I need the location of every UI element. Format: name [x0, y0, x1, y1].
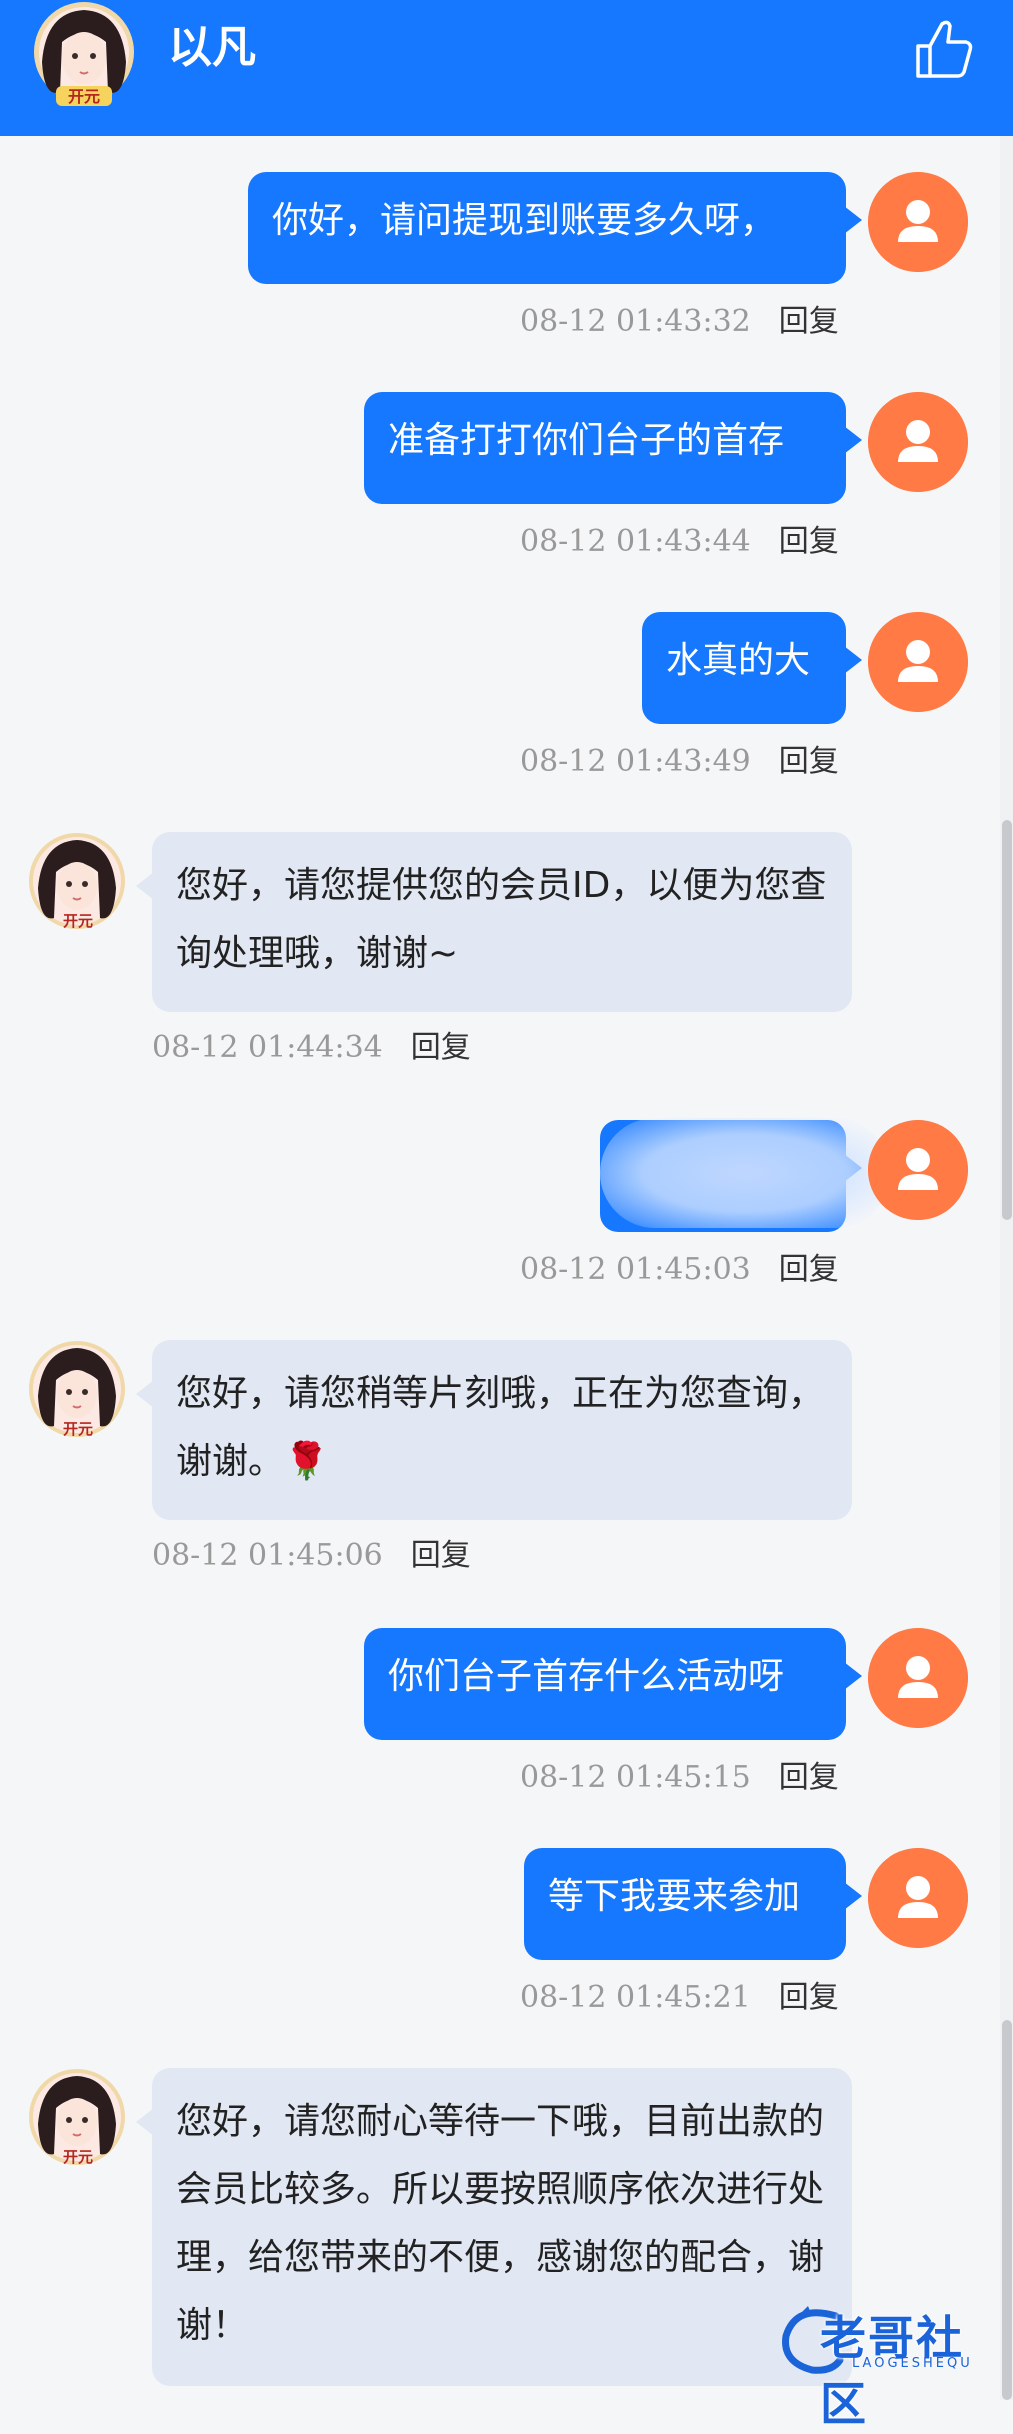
agent-avatar[interactable]: 开元 — [28, 832, 126, 930]
received-message-bubble[interactable]: 您好，请您提供您的会员ID，以便为您查询处理哦，谢谢~ — [136, 832, 852, 1012]
avatar-badge: 开元 — [68, 87, 100, 106]
message-timestamp: 08-12 01:45:03 — [520, 1252, 751, 1287]
message-timestamp: 08-12 01:43:44 — [520, 524, 751, 559]
avatar-badge: 开元 — [63, 2148, 93, 2166]
reply-link[interactable]: 回复 — [779, 744, 839, 779]
agent-avatar[interactable]: 开元 — [28, 1340, 126, 1438]
watermark-subtext: LAOGESHEQU — [852, 2356, 973, 2371]
message-meta: 08-12 01:43:44 回复 — [520, 524, 839, 560]
message-text: 准备打打你们台子的首存 — [388, 420, 785, 461]
message-meta: 08-12 01:45:15 回复 — [520, 1760, 839, 1796]
sent-message-bubble[interactable]: 你好，请问提现到账要多久呀， — [248, 172, 862, 284]
message-timestamp: 08-12 01:45:06 — [152, 1538, 383, 1573]
agent-avatar-header[interactable]: 开元 — [28, 2, 140, 106]
reply-link[interactable]: 回复 — [779, 1252, 839, 1287]
message-timestamp: 08-12 01:43:49 — [520, 744, 751, 779]
user-avatar-icon[interactable] — [868, 1120, 968, 1220]
avatar-badge: 开元 — [63, 1420, 93, 1438]
message-timestamp: 08-12 01:43:32 — [520, 304, 751, 339]
sent-message-bubble[interactable]: 等下我要来参加 — [524, 1848, 862, 1960]
user-avatar-icon[interactable] — [868, 392, 968, 492]
message-meta: 08-12 01:44:34 回复 — [152, 1030, 471, 1066]
reply-link[interactable]: 回复 — [411, 1538, 471, 1573]
reply-link[interactable]: 回复 — [779, 524, 839, 559]
received-message-bubble[interactable]: 您好，请您稍等片刻哦，正在为您查询，谢谢。🌹 — [136, 1340, 852, 1520]
received-message-bubble[interactable]: 您好，请您耐心等待一下哦，目前出款的会员比较多。所以要按照顺序依次进行处理，给您… — [136, 2068, 852, 2386]
sent-message-bubble[interactable]: 水真的大 — [642, 612, 862, 724]
message-meta: 08-12 01:45:21 回复 — [520, 1980, 839, 2016]
message-meta: 08-12 01:45:03 回复 — [520, 1252, 839, 1288]
reply-link[interactable]: 回复 — [779, 1980, 839, 2015]
message-text: 等下我要来参加 — [548, 1876, 801, 1917]
message-text: 你们台子首存什么活动呀 — [388, 1656, 785, 1697]
message-meta: 08-12 01:45:06 回复 — [152, 1538, 471, 1574]
message-timestamp: 08-12 01:45:15 — [520, 1760, 751, 1795]
reply-link[interactable]: 回复 — [411, 1030, 471, 1065]
scrollbar-thumb[interactable] — [1002, 820, 1012, 1220]
redaction-blur — [600, 1118, 890, 1228]
sent-message-bubble[interactable]: 你们台子首存什么活动呀 — [364, 1628, 862, 1740]
thumbs-up-icon[interactable] — [914, 18, 974, 80]
message-text: 您好，请您提供您的会员ID，以便为您查询处理哦，谢谢~ — [176, 865, 827, 974]
user-avatar-icon[interactable] — [868, 1848, 968, 1948]
user-avatar-icon[interactable] — [868, 1628, 968, 1728]
message-text: 你好，请问提现到账要多久呀， — [272, 200, 777, 241]
message-text: 您好，请您稍等片刻哦，正在为您查询，谢谢。🌹 — [176, 1373, 825, 1482]
sent-message-bubble[interactable]: 准备打打你们台子的首存 — [364, 392, 862, 504]
message-text: 水真的大 — [666, 640, 811, 681]
message-timestamp: 08-12 01:45:21 — [520, 1980, 751, 2015]
message-text: 您好，请您耐心等待一下哦，目前出款的会员比较多。所以要按照顺序依次进行处理，给您… — [176, 2101, 825, 2346]
avatar-badge: 开元 — [63, 912, 93, 930]
message-meta: 08-12 01:43:32 回复 — [520, 304, 839, 340]
user-avatar-icon[interactable] — [868, 612, 968, 712]
message-meta: 08-12 01:43:49 回复 — [520, 744, 839, 780]
agent-avatar[interactable]: 开元 — [28, 2068, 126, 2166]
watermark-logo: 老哥社区 LAOGESHEQU — [776, 2296, 1008, 2431]
reply-link[interactable]: 回复 — [779, 304, 839, 339]
reply-link[interactable]: 回复 — [779, 1760, 839, 1795]
page-title: 以凡 — [168, 22, 256, 73]
message-timestamp: 08-12 01:44:34 — [152, 1030, 383, 1065]
chat-header: 开元 以凡 — [0, 0, 1013, 136]
user-avatar-icon[interactable] — [868, 172, 968, 272]
